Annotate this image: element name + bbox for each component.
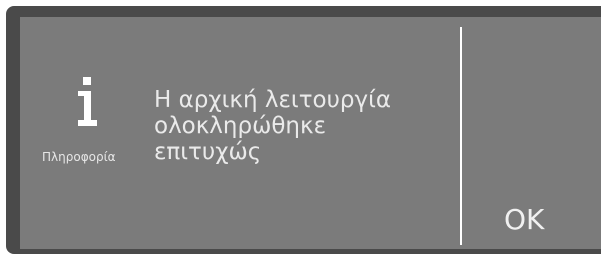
message-line: επιτυχώς: [154, 139, 262, 165]
message-line: Η αρχική λειτουργία: [154, 87, 392, 113]
ok-button-label: OK: [504, 203, 545, 236]
info-icon: [78, 77, 97, 126]
info-dialog: Πληροφορία Η αρχική λειτουργία ολοκληρώθ…: [20, 17, 601, 249]
info-caption: Πληροφορία: [42, 150, 116, 164]
dialog-message: Η αρχική λειτουργία ολοκληρώθηκε επιτυχώ…: [154, 87, 454, 165]
message-line: ολοκληρώθηκε: [154, 113, 326, 139]
ok-button[interactable]: OK: [462, 17, 601, 249]
